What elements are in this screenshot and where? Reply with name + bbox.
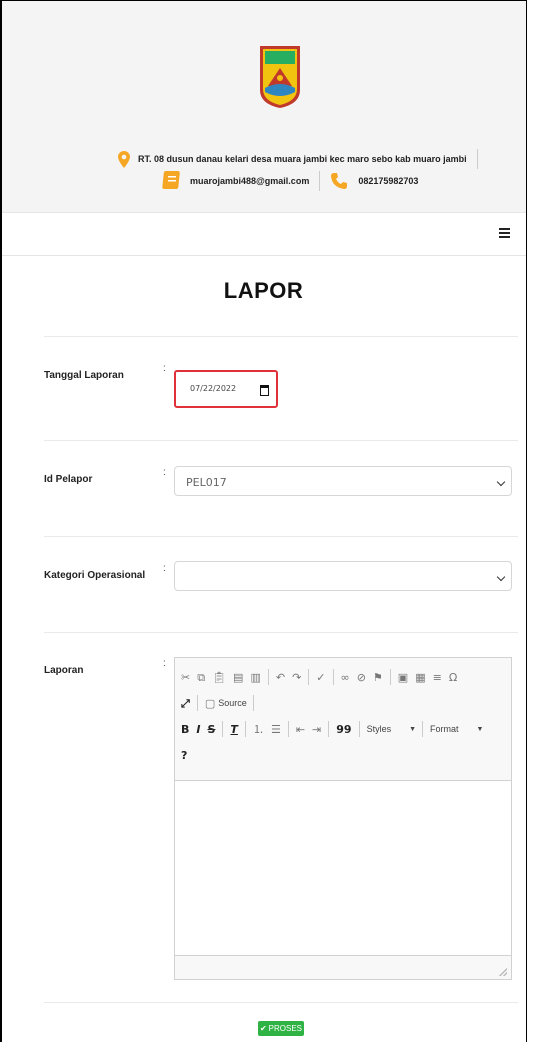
editor-toolbar-row-2: ⤢ ▢ Source <box>181 692 261 714</box>
paste-text-icon[interactable]: ▤ <box>233 672 243 683</box>
navbar <box>2 212 526 256</box>
source-button[interactable]: Source <box>218 698 247 708</box>
toolbar-separator <box>358 721 360 737</box>
editor-toolbar-row-1: ✂ ⧉ 📋︎ ▤ ▥ ↶ ↷ ✓ ∞ ⊘ ⚑ ▣ ▦ ≡ Ω <box>181 666 464 688</box>
horizontal-line-icon[interactable]: ≡ <box>433 672 442 683</box>
maximize-icon[interactable]: ⤢ <box>181 698 190 709</box>
outdent-icon[interactable]: ⇤ <box>296 724 305 735</box>
toolbar-separator <box>389 669 391 685</box>
regency-emblem-logo <box>260 46 300 108</box>
toolbar-separator <box>328 721 330 737</box>
toolbar-separator <box>244 721 246 737</box>
contact-row: muarojambi488@gmail.com 082175982703 <box>162 169 418 193</box>
address-text: RT. 08 dusun danau kelari desa muara jam… <box>138 154 467 164</box>
cut-icon[interactable]: ✂ <box>181 672 190 683</box>
proses-label: PROSES <box>268 1024 303 1033</box>
notebook-icon <box>162 171 180 189</box>
dropdown-arrow-icon: ▼ <box>409 725 417 733</box>
link-icon[interactable]: ∞ <box>341 672 350 683</box>
resize-handle-icon[interactable] <box>499 968 507 976</box>
dropdown-arrow-icon: ▼ <box>476 725 484 733</box>
email-text[interactable]: muarojambi488@gmail.com <box>190 176 309 186</box>
indent-icon[interactable]: ⇥ <box>312 724 321 735</box>
frame-right-border <box>526 0 527 1042</box>
editor-content-area[interactable] <box>175 780 511 956</box>
date-value: 07/22/2022 <box>190 384 237 393</box>
divider <box>44 1002 518 1003</box>
image-icon[interactable]: ▣ <box>398 672 408 683</box>
kategori-operasional-label: Kategori Operasional <box>44 570 146 581</box>
chevron-down-icon <box>496 477 506 487</box>
check-icon: ✔ <box>259 1024 267 1033</box>
id-pelapor-label: Id Pelapor <box>44 474 93 485</box>
paste-icon[interactable]: 📋︎ <box>212 672 226 683</box>
contact-separator <box>319 171 321 191</box>
hamburger-menu-icon[interactable] <box>499 228 510 240</box>
colon: : <box>163 658 166 669</box>
unlink-icon[interactable]: ⊘ <box>357 672 366 683</box>
colon: : <box>163 363 166 374</box>
rich-text-editor[interactable]: ✂ ⧉ 📋︎ ▤ ▥ ↶ ↷ ✓ ∞ ⊘ ⚑ ▣ ▦ ≡ Ω ⤢ ▢ Sourc… <box>174 657 512 980</box>
tanggal-laporan-date-input[interactable]: 07/22/2022 <box>174 370 278 408</box>
help-button[interactable]: ? <box>181 750 187 761</box>
styles-dropdown[interactable]: Styles ▼ <box>367 724 416 734</box>
editor-toolbar-row-3: B I S T ⒈ ☰ ⇤ ⇥ 99 Styles ▼ Format ▼ <box>181 718 489 740</box>
remove-format-icon[interactable]: T <box>230 724 238 735</box>
redo-icon[interactable]: ↷ <box>292 672 301 683</box>
toolbar-separator <box>252 695 254 711</box>
anchor-flag-icon[interactable]: ⚑ <box>373 672 383 683</box>
blockquote-button[interactable]: 99 <box>336 724 351 735</box>
divider <box>44 336 518 337</box>
bulleted-list-icon[interactable]: ☰ <box>271 724 281 735</box>
source-icon[interactable]: ▢ <box>205 698 215 709</box>
copy-icon[interactable]: ⧉ <box>197 672 205 683</box>
site-header: RT. 08 dusun danau kelari desa muara jam… <box>2 1 526 212</box>
laporan-label: Laporan <box>44 665 84 676</box>
phone-icon <box>331 173 348 189</box>
toolbar-separator <box>222 721 224 737</box>
toolbar-separator <box>196 695 198 711</box>
colon: : <box>163 563 166 574</box>
divider <box>44 536 518 537</box>
colon: : <box>163 467 166 478</box>
strike-button[interactable]: S <box>207 724 215 735</box>
bold-button[interactable]: B <box>181 724 189 735</box>
italic-button[interactable]: I <box>196 724 200 735</box>
id-pelapor-select[interactable]: PEL017 <box>174 466 512 496</box>
address-separator <box>476 149 478 169</box>
toolbar-separator <box>267 669 269 685</box>
editor-toolbar-row-4: ? <box>181 744 194 766</box>
divider <box>44 632 518 633</box>
styles-label: Styles <box>366 724 392 734</box>
format-dropdown[interactable]: Format ▼ <box>430 724 483 734</box>
numbered-list-icon[interactable]: ⒈ <box>253 724 264 735</box>
table-icon[interactable]: ▦ <box>415 672 425 683</box>
proses-button[interactable]: ✔ PROSES <box>258 1021 304 1036</box>
special-char-icon[interactable]: Ω <box>449 672 457 683</box>
page-title: LAPOR <box>223 278 304 303</box>
tanggal-laporan-label: Tanggal Laporan <box>44 370 124 381</box>
spellcheck-icon[interactable]: ✓ <box>316 672 325 683</box>
map-pin-icon <box>118 150 130 168</box>
address-row: RT. 08 dusun danau kelari desa muara jam… <box>118 149 478 169</box>
calendar-icon[interactable] <box>260 385 269 396</box>
phone-text[interactable]: 082175982703 <box>358 176 418 186</box>
format-label: Format <box>430 724 459 734</box>
chevron-down-icon <box>496 572 506 582</box>
paste-word-icon[interactable]: ▥ <box>250 672 260 683</box>
id-pelapor-value: PEL017 <box>186 476 227 489</box>
toolbar-separator <box>422 721 424 737</box>
kategori-operasional-select[interactable] <box>174 561 512 591</box>
undo-icon[interactable]: ↶ <box>276 672 285 683</box>
toolbar-separator <box>287 721 289 737</box>
divider <box>44 440 518 441</box>
toolbar-separator <box>308 669 310 685</box>
toolbar-separator <box>332 669 334 685</box>
